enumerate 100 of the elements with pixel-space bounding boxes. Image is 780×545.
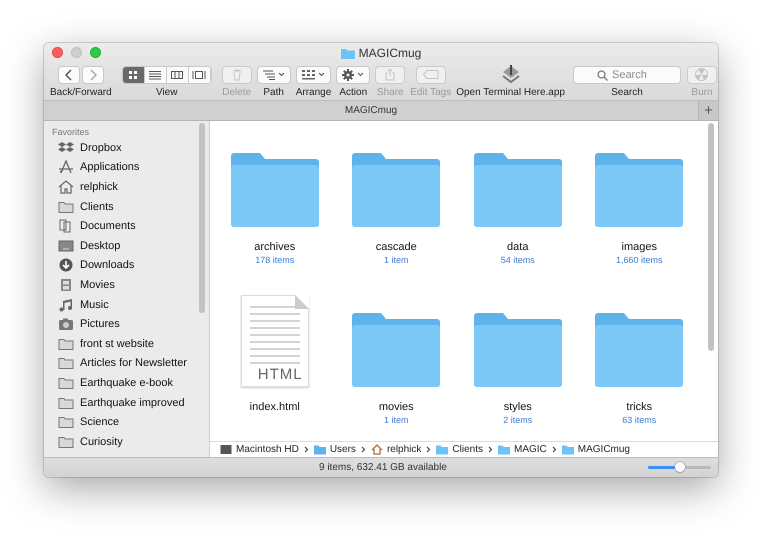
arrange-button[interactable] (296, 66, 331, 84)
chevron-icon (488, 446, 493, 453)
sidebar-item[interactable]: Earthquake improved (44, 392, 209, 412)
item-count: 2 items (503, 415, 532, 425)
share-label: Share (376, 87, 404, 98)
slider-thumb[interactable] (674, 462, 684, 472)
sidebar-item[interactable]: front st website (44, 334, 209, 354)
sidebar-item[interactable]: Clients (44, 196, 209, 216)
view-mode-button[interactable] (188, 66, 211, 82)
sidebar-item[interactable]: Science (44, 412, 209, 432)
gear-icon (342, 68, 354, 80)
sidebar-item[interactable]: Articles for Newsletter (44, 354, 209, 374)
folder-icon (58, 434, 74, 449)
download-icon (58, 258, 74, 272)
dropbox-icon (58, 140, 74, 155)
file-name[interactable]: cascade (376, 241, 417, 253)
folder-icon[interactable] (472, 312, 564, 387)
delete-label: Delete (222, 87, 252, 98)
path-item[interactable]: Macintosh HD (220, 444, 299, 455)
path-item[interactable]: Users (314, 444, 356, 455)
file-name[interactable]: tricks (626, 401, 652, 413)
path-label: Path (263, 87, 284, 98)
view-mode-button[interactable] (144, 66, 167, 82)
caret-icon (318, 72, 325, 77)
action-button[interactable] (336, 66, 370, 84)
item-count: 178 items (255, 255, 294, 265)
sidebar-item[interactable]: Curiosity (44, 432, 209, 452)
folder-icon[interactable] (228, 152, 321, 227)
tab[interactable]: MAGICmug (44, 101, 698, 120)
zoom-button[interactable] (90, 47, 101, 58)
file-name[interactable]: images (622, 241, 657, 253)
search-label: Search (611, 87, 643, 98)
path-item[interactable]: Clients (436, 444, 483, 455)
sidebar-item[interactable]: Applications (44, 158, 209, 178)
back-button[interactable] (58, 66, 80, 84)
file-type-label: HTML (258, 366, 303, 383)
folder-icon[interactable] (350, 312, 442, 387)
sidebar-item[interactable]: Movies (44, 275, 209, 295)
chevron-right-icon (88, 68, 97, 80)
list-icon (262, 70, 275, 80)
path-item[interactable]: MAGIC (498, 444, 547, 455)
file-name[interactable]: archives (254, 241, 296, 253)
scrollbar-thumb[interactable] (199, 123, 205, 313)
item-count: 54 items (500, 255, 535, 265)
folder-icon (58, 336, 74, 351)
file-name[interactable]: data (507, 241, 528, 253)
item-count: 1,660 items (616, 255, 663, 265)
folder-icon[interactable] (472, 152, 564, 227)
folded-corner (294, 295, 309, 309)
trash-icon (232, 68, 242, 80)
burn-button[interactable] (686, 66, 717, 84)
new-tab-button[interactable]: + (698, 101, 718, 120)
html-document-thumbnail[interactable]: HTML (240, 295, 309, 387)
close-button[interactable] (52, 47, 63, 58)
file-name[interactable]: movies (378, 401, 414, 413)
sidebar-item[interactable]: Downloads (44, 256, 209, 276)
folder-icon[interactable] (593, 312, 686, 387)
arrange-label: Arrange (296, 87, 332, 98)
chevron-icon (304, 446, 309, 453)
music-note-icon (58, 298, 74, 312)
grid-icon (302, 70, 315, 80)
sidebar-item[interactable]: Dropbox (44, 138, 209, 158)
sidebar-item[interactable]: Music (44, 294, 209, 314)
file-name[interactable]: styles (504, 401, 532, 413)
folder-icon (58, 415, 74, 430)
gallery-icon (192, 70, 206, 80)
sidebar-item[interactable]: Earthquake e-book (44, 373, 209, 393)
desktop-icon (58, 238, 74, 253)
path-item[interactable]: MAGICmug (562, 444, 630, 455)
sidebar-item[interactable]: Pictures (44, 314, 209, 334)
folder-icon[interactable] (350, 152, 442, 227)
caret-icon (357, 72, 364, 77)
item-count: 1 item (384, 415, 408, 425)
sidebar-item[interactable]: Desktop (44, 236, 209, 256)
folder-icon (340, 48, 355, 58)
path-button[interactable] (256, 66, 291, 84)
sidebar-heading: Favorites (51, 126, 90, 138)
share-button[interactable] (375, 66, 406, 84)
minimize-button[interactable] (71, 47, 82, 58)
scrollbar-thumb[interactable] (708, 123, 714, 351)
view-mode-button[interactable] (166, 66, 189, 82)
film-icon (58, 278, 74, 292)
view-switcher[interactable] (122, 66, 212, 84)
folder-icon (58, 376, 74, 390)
chevron-icon (426, 446, 432, 453)
item-count: 1 item (384, 255, 408, 265)
path-item[interactable]: relphick (370, 444, 422, 455)
sidebar-item[interactable]: Documents (44, 216, 209, 236)
chevron-left-icon (64, 68, 73, 80)
action-label: Action (339, 87, 368, 98)
sidebar-item[interactable]: relphick (44, 177, 209, 197)
folder-icon[interactable] (593, 152, 686, 227)
file-name[interactable]: index.html (250, 401, 300, 413)
tags-button[interactable] (416, 66, 446, 84)
search-field[interactable]: Search (572, 66, 681, 84)
delete-button[interactable] (222, 66, 252, 84)
camera-icon (58, 317, 74, 332)
app-icon[interactable] (500, 64, 522, 86)
view-mode-button[interactable] (122, 66, 145, 82)
tags-label: Edit Tags (410, 87, 452, 98)
